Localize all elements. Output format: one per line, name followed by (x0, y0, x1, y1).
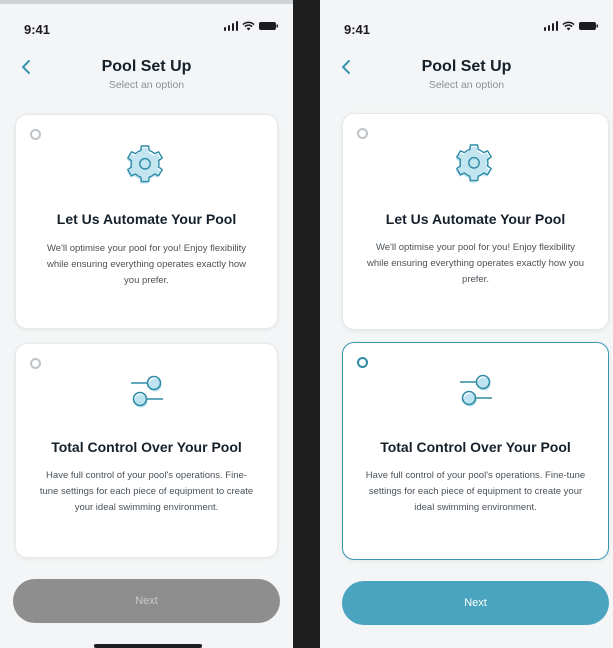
status-icons (223, 21, 280, 31)
screen-divider (293, 0, 320, 648)
option-radio-selected[interactable] (357, 357, 368, 368)
page-subtitle: Select an option (428, 79, 505, 91)
battery-icon (579, 22, 598, 30)
option-description: Have full control of your pool's operati… (365, 470, 586, 513)
sliders-icon (130, 375, 163, 408)
next-button[interactable]: Next (342, 581, 609, 625)
screen-unselected: 9:41 Pool Set Up Select an option Let Us… (0, 0, 293, 648)
option-description: We'll optimise your pool for you! Enjoy … (46, 243, 247, 286)
page-title: Pool Set Up (101, 58, 192, 75)
option-radio[interactable] (30, 129, 41, 140)
option-card-automate[interactable]: Let Us Automate Your Pool We'll optimise… (342, 113, 609, 330)
gear-icon (126, 145, 163, 184)
option-description: We'll optimise your pool for you! Enjoy … (366, 242, 585, 285)
signal-icon (543, 21, 558, 31)
status-time: 9:41 (24, 22, 51, 37)
status-icons (543, 21, 600, 31)
option-card-total-control[interactable]: Total Control Over Your Pool Have full c… (342, 342, 609, 560)
next-button[interactable]: Next (13, 579, 280, 623)
next-button-label: Next (135, 595, 158, 607)
page-title: Pool Set Up (421, 58, 512, 75)
option-card-total-control[interactable]: Total Control Over Your Pool Have full c… (15, 343, 278, 558)
status-bar: 9:41 (0, 0, 293, 44)
status-time: 9:41 (344, 22, 371, 37)
option-description: Have full control of your pool's operati… (39, 470, 254, 513)
screen-selected: 9:41 Pool Set Up Select an option Let Us… (320, 0, 613, 648)
battery-icon (259, 22, 278, 30)
sliders-icon (459, 374, 492, 407)
option-title: Total Control Over Your Pool (380, 439, 571, 455)
option-title: Let Us Automate Your Pool (385, 211, 566, 227)
status-bar: 9:41 (320, 0, 613, 44)
gear-icon (455, 144, 492, 183)
page-subtitle: Select an option (108, 79, 185, 91)
option-radio[interactable] (357, 128, 368, 139)
wifi-icon (242, 21, 255, 31)
option-radio[interactable] (30, 358, 41, 369)
option-title: Total Control Over Your Pool (51, 439, 242, 455)
wifi-icon (562, 21, 575, 31)
home-indicator (94, 644, 202, 648)
option-title: Let Us Automate Your Pool (56, 211, 237, 227)
next-button-label: Next (464, 597, 487, 609)
option-card-automate[interactable]: Let Us Automate Your Pool We'll optimise… (15, 114, 278, 329)
signal-icon (223, 21, 238, 31)
